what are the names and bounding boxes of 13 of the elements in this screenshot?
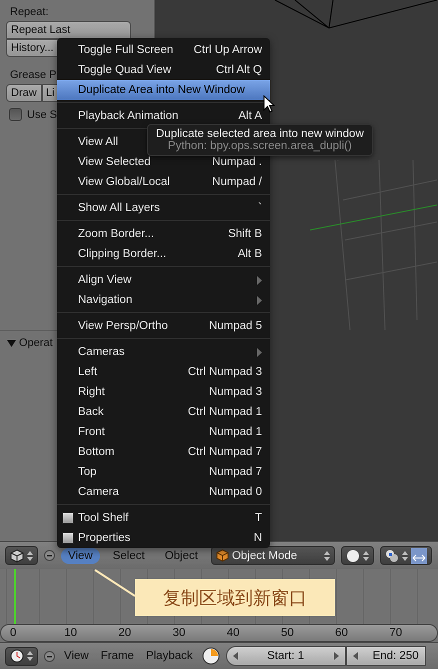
repeat-label: Repeat: (10, 6, 49, 18)
ruler-label: 0 (10, 627, 18, 639)
annotation-callout: 复制区域到新窗口 (135, 579, 335, 616)
ruler-label: 60 (335, 627, 349, 639)
ruler-label: 70 (389, 627, 404, 639)
grease-pencil-label: Grease P (10, 69, 56, 81)
ruler-label: 20 (118, 627, 132, 639)
tooltip: Duplicate selected area into new window Python: bpy.ops.screen.area_dupli() (147, 124, 373, 156)
ruler-label: 10 (64, 627, 78, 639)
ruler-label: 40 (226, 627, 241, 639)
checkbox-label: Use S (27, 108, 57, 120)
ruler-label: 50 (280, 627, 295, 639)
ruler-label: 30 (172, 627, 186, 639)
